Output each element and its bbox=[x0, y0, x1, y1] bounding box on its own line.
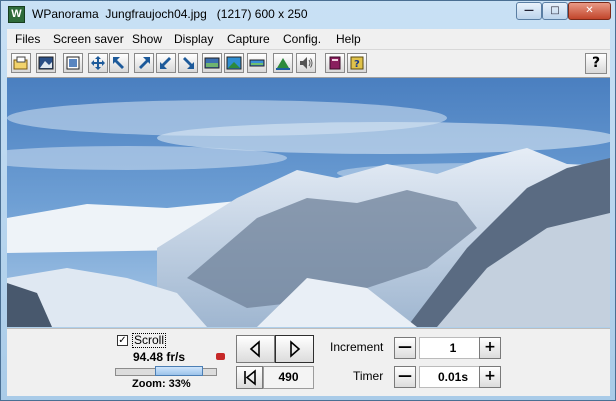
record-icon[interactable] bbox=[216, 353, 225, 360]
landscape-icon[interactable] bbox=[273, 53, 293, 73]
close-button[interactable]: ✕ bbox=[568, 2, 611, 20]
zoom-readout: Zoom: 33% bbox=[132, 378, 191, 390]
minimize-button[interactable]: — bbox=[516, 2, 542, 20]
position-field[interactable]: 490 bbox=[263, 366, 314, 389]
menu-bar: Files Screen saver Show Display Capture … bbox=[7, 29, 610, 50]
resize-icon[interactable] bbox=[88, 53, 108, 73]
arrow-down-right-icon[interactable] bbox=[178, 53, 198, 73]
timer-minus-button[interactable]: — bbox=[394, 366, 416, 388]
fps-readout: 94.48 fr/s bbox=[133, 350, 186, 364]
help-button[interactable]: ? bbox=[585, 53, 607, 74]
app-icon[interactable]: W bbox=[8, 6, 25, 23]
panorama-image[interactable] bbox=[7, 78, 610, 327]
scroll-left-button[interactable] bbox=[236, 335, 275, 363]
timer-field[interactable]: 0.01s bbox=[419, 366, 487, 388]
menu-help[interactable]: Help bbox=[336, 32, 361, 46]
menu-capture[interactable]: Capture bbox=[227, 32, 270, 46]
arrow-up-left-icon[interactable] bbox=[109, 53, 129, 73]
arrow-up-right-icon[interactable] bbox=[134, 53, 154, 73]
menu-files[interactable]: Files bbox=[15, 32, 40, 46]
increment-minus-button[interactable]: — bbox=[394, 337, 416, 359]
maximize-button[interactable]: □ bbox=[542, 2, 568, 20]
zoom-slider-thumb[interactable] bbox=[155, 366, 203, 376]
menu-screen-saver[interactable]: Screen saver bbox=[53, 32, 124, 46]
svg-text:?: ? bbox=[354, 59, 360, 70]
increment-field[interactable]: 1 bbox=[419, 337, 487, 359]
sky-panorama-icon[interactable] bbox=[224, 53, 244, 73]
increment-label: Increment bbox=[330, 340, 384, 354]
app-window: W WPanorama Jungfraujoch04.jpg (1217) 60… bbox=[0, 0, 616, 401]
control-panel: ✓ Scroll 94.48 fr/s Zoom: 33% 490 Increm… bbox=[7, 328, 610, 396]
timer-label: Timer bbox=[353, 369, 384, 383]
panorama-icon[interactable] bbox=[202, 53, 222, 73]
menu-display[interactable]: Display bbox=[174, 32, 213, 46]
scroll-checkbox[interactable]: ✓ bbox=[117, 335, 128, 346]
increment-plus-button[interactable]: + bbox=[479, 337, 501, 359]
help-book-icon[interactable]: ? bbox=[347, 53, 367, 73]
toolbar: ? ? bbox=[7, 50, 610, 78]
strip-panorama-icon[interactable] bbox=[247, 53, 267, 73]
menu-show[interactable]: Show bbox=[132, 32, 162, 46]
arrow-down-left-icon[interactable] bbox=[156, 53, 176, 73]
title-bar[interactable]: W WPanorama Jungfraujoch04.jpg (1217) 60… bbox=[1, 1, 615, 28]
full-screen-icon[interactable] bbox=[63, 53, 83, 73]
sound-icon[interactable] bbox=[296, 53, 316, 73]
timer-plus-button[interactable]: + bbox=[479, 366, 501, 388]
scroll-right-button[interactable] bbox=[275, 335, 314, 363]
scroll-label[interactable]: Scroll bbox=[132, 333, 167, 348]
window-title: WPanorama Jungfraujoch04.jpg (1217) 600 … bbox=[32, 7, 308, 21]
go-to-start-button[interactable] bbox=[236, 366, 263, 389]
book-icon[interactable] bbox=[325, 53, 345, 73]
menu-config[interactable]: Config. bbox=[283, 32, 321, 46]
open-file-icon[interactable] bbox=[11, 53, 31, 73]
image-icon[interactable] bbox=[36, 53, 56, 73]
